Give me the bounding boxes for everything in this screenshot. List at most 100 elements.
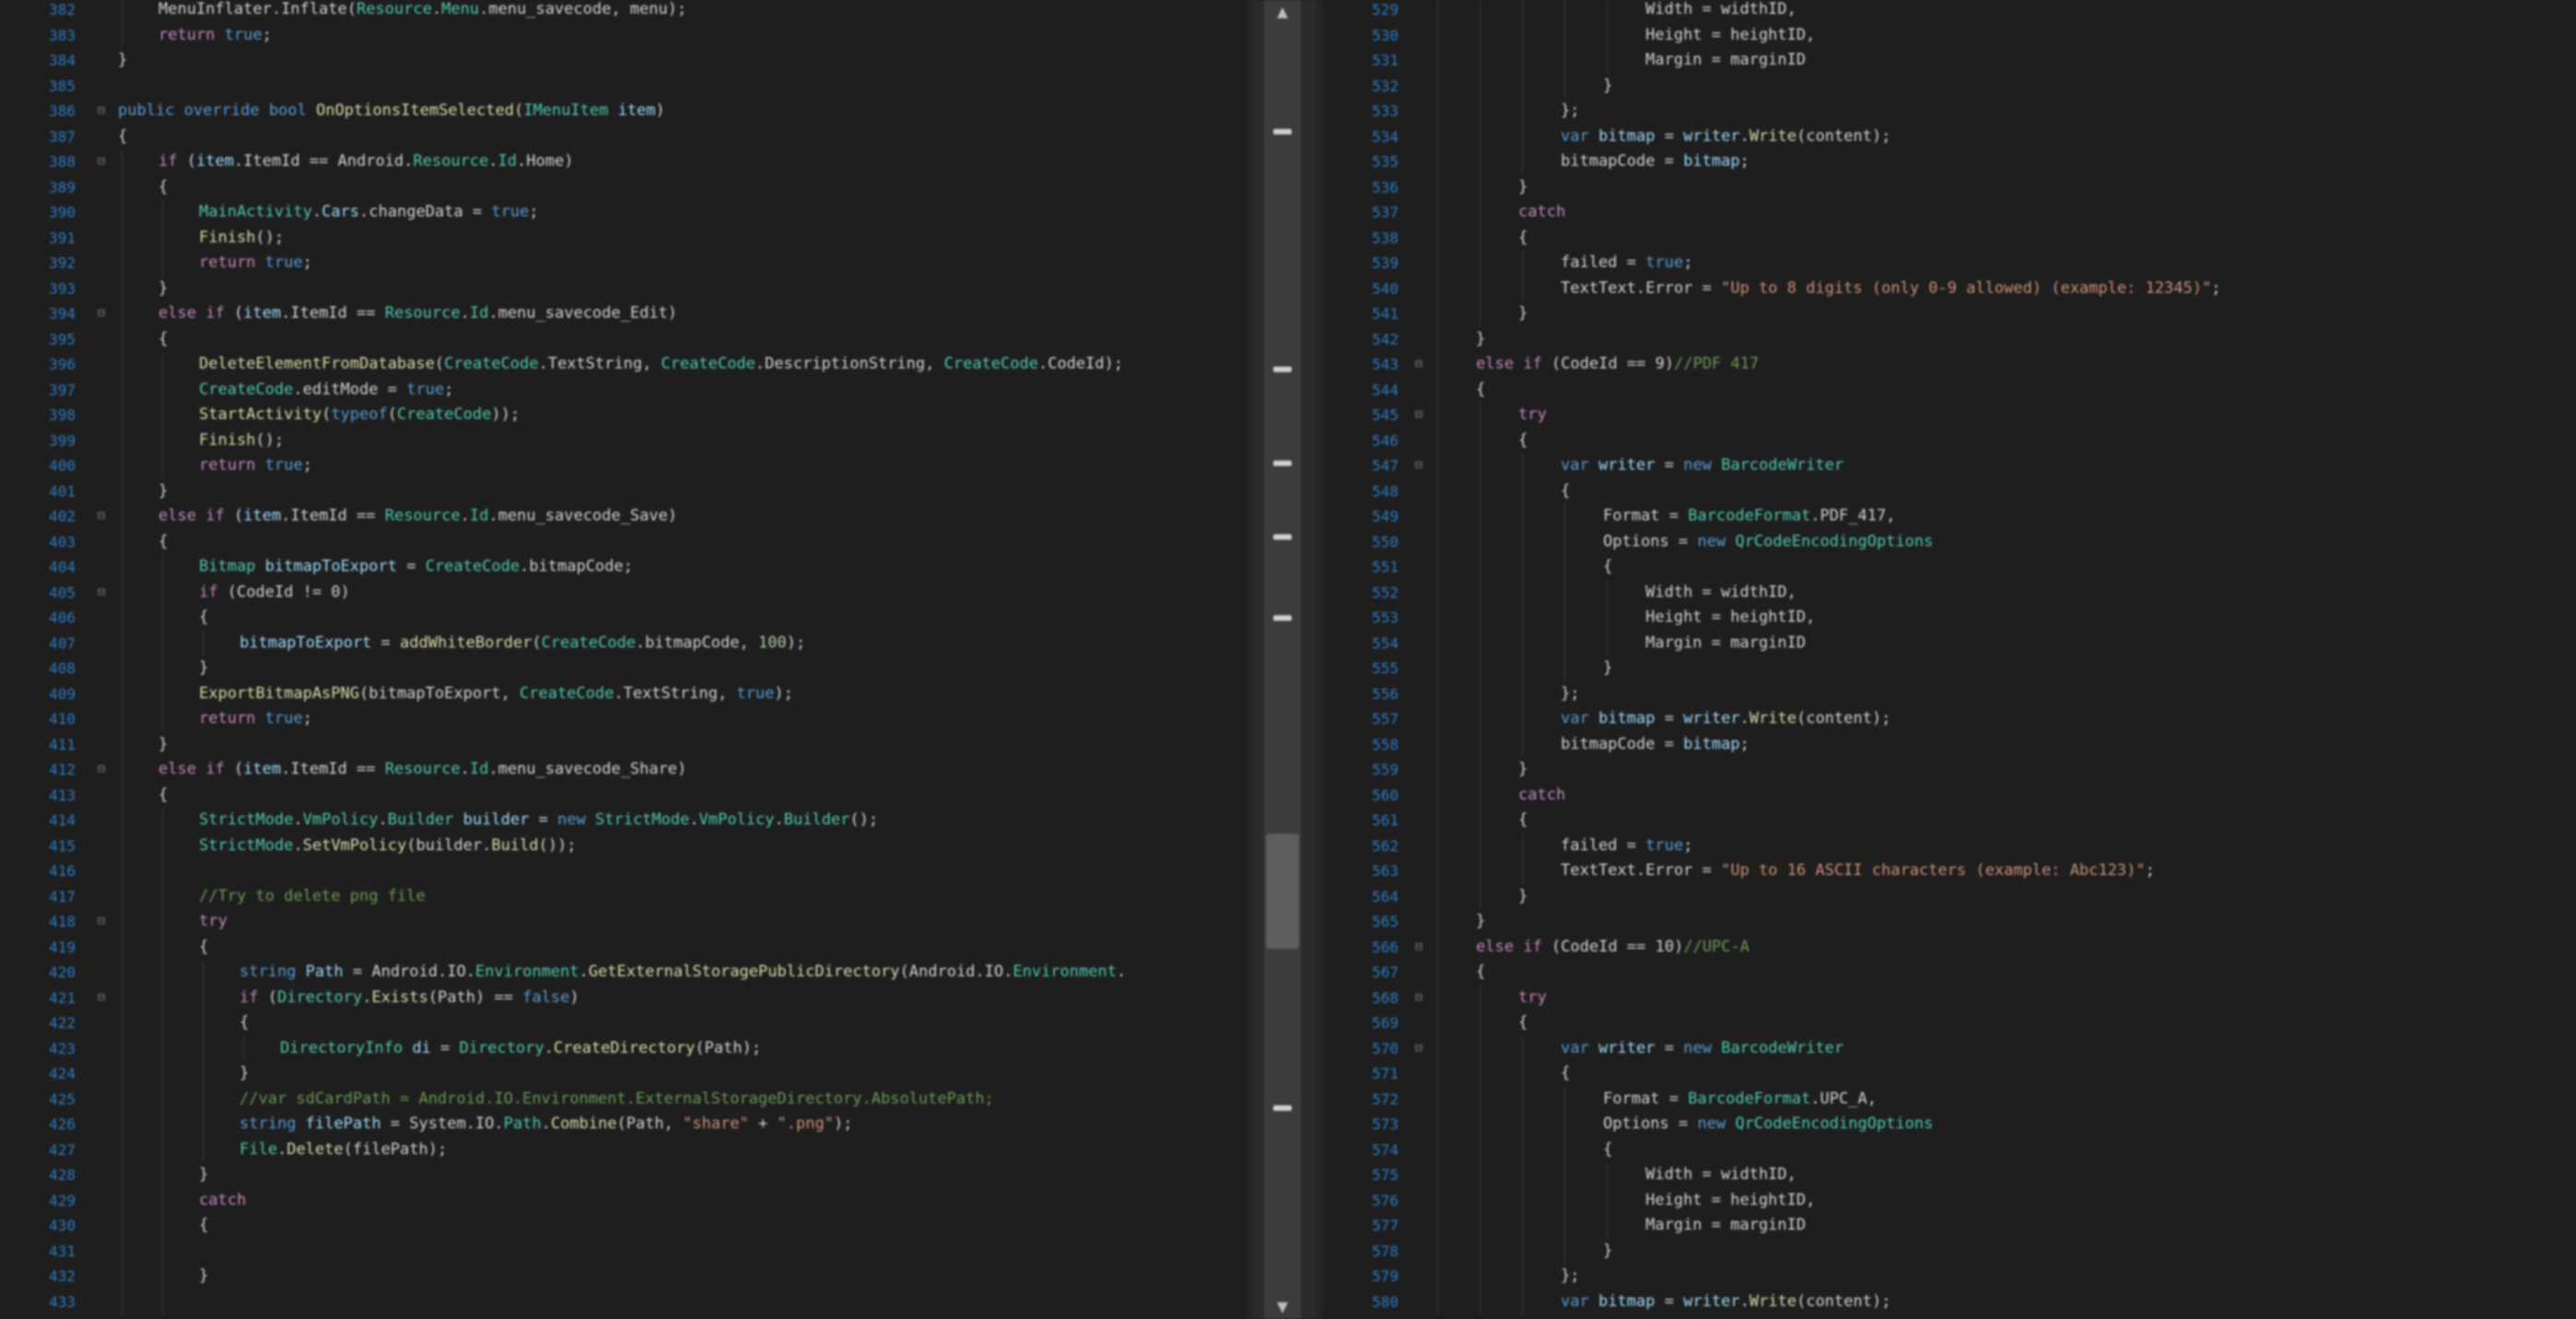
code-line[interactable]: 565} bbox=[1323, 909, 2576, 935]
code-line[interactable]: 568 ⊟ try bbox=[1323, 985, 2576, 1010]
code-line[interactable]: 397 CreateCode.editMode = true; bbox=[0, 377, 1246, 403]
code-line[interactable]: 401} bbox=[0, 478, 1246, 504]
scroll-down-arrow-icon[interactable]: ▼ bbox=[1273, 1297, 1292, 1315]
code-line[interactable]: 403 { bbox=[0, 529, 1246, 554]
code-line[interactable]: 562 failed = true; bbox=[1323, 833, 2576, 858]
code-line[interactable]: 391 Finish(); bbox=[0, 225, 1246, 251]
scrollbar-thumb[interactable] bbox=[1266, 834, 1299, 949]
vertical-scrollbar[interactable]: ▲ ▼ bbox=[1246, 0, 1323, 1319]
code-line[interactable]: 433 bbox=[0, 1289, 1246, 1314]
fold-icon[interactable]: ⊟ bbox=[94, 504, 109, 530]
code-line[interactable]: 566 ⊟ else if (CodeId == 10)//UPC-A bbox=[1323, 934, 2576, 960]
code-line[interactable]: 410 return true; bbox=[0, 706, 1246, 732]
code-line[interactable]: 421 ⊟ if (Directory.Exists(Path) == false) bbox=[0, 985, 1246, 1010]
code-line[interactable]: 545 ⊟ try bbox=[1323, 403, 2576, 428]
code-line[interactable]: 422 { bbox=[0, 1010, 1246, 1036]
fold-icon[interactable]: ⊟ bbox=[1411, 1036, 1426, 1062]
code-line[interactable]: 423 DirectoryInfo di = Directory.CreateDi… bbox=[0, 1035, 1246, 1061]
code-line[interactable]: 540 TextText.Error = "Up to 8 digits (onl… bbox=[1323, 275, 2576, 301]
code-line[interactable]: 576 Height = heightID, bbox=[1323, 1187, 2576, 1213]
code-line[interactable]: 411} bbox=[0, 731, 1246, 757]
code-line[interactable]: 541} bbox=[1323, 301, 2576, 327]
code-line[interactable]: 404 Bitmap bitmapToExport = CreateCode.bi… bbox=[0, 554, 1246, 580]
code-line[interactable]: 557 var bitmap = writer.Write(content); bbox=[1323, 706, 2576, 732]
code-line[interactable]: 428} bbox=[0, 1162, 1246, 1188]
code-line[interactable]: 549 Format = BarcodeFormat.PDF_417, bbox=[1323, 504, 2576, 530]
code-line[interactable]: 414 StrictMode.VmPolicy.Builder builder =… bbox=[0, 808, 1246, 834]
code-line[interactable]: 535 bitmapCode = bitmap; bbox=[1323, 149, 2576, 175]
code-line[interactable]: 424} bbox=[0, 1061, 1246, 1087]
code-line[interactable]: 551 { bbox=[1323, 554, 2576, 580]
code-line[interactable]: 412 ⊟ else if (item.ItemId == Resource.Id.… bbox=[0, 757, 1246, 783]
code-line[interactable]: 580 var bitmap = writer.Write(content); bbox=[1323, 1289, 2576, 1314]
code-line[interactable]: 399 Finish(); bbox=[0, 427, 1246, 453]
code-line[interactable]: 384} bbox=[0, 48, 1246, 74]
code-line[interactable]: 532} bbox=[1323, 73, 2576, 99]
code-line[interactable]: 533}; bbox=[1323, 99, 2576, 124]
fold-icon[interactable]: ⊟ bbox=[94, 99, 109, 124]
code-line[interactable]: 561 { bbox=[1323, 808, 2576, 834]
code-line[interactable]: 560 catch bbox=[1323, 782, 2576, 808]
code-line[interactable]: 554 Margin = marginID bbox=[1323, 630, 2576, 656]
code-line[interactable]: 572 Format = BarcodeFormat.UPC_A, bbox=[1323, 1086, 2576, 1112]
left-editor-pane[interactable]: 382 MenuInflater.Inflate(Resource.Menu.me… bbox=[0, 0, 1246, 1319]
code-line[interactable]: 575 Width = widthID, bbox=[1323, 1162, 2576, 1188]
code-line[interactable]: 563 TextText.Error = "Up to 16 ASCII char… bbox=[1323, 858, 2576, 884]
code-line[interactable]: 415 StrictMode.SetVmPolicy(builder.Build(… bbox=[0, 833, 1246, 858]
code-line[interactable]: 430 { bbox=[0, 1213, 1246, 1239]
code-line[interactable]: 539 failed = true; bbox=[1323, 251, 2576, 276]
code-line[interactable]: 550 Options = new QrCodeEncodingOptions bbox=[1323, 529, 2576, 554]
code-line[interactable]: 419 { bbox=[0, 934, 1246, 960]
code-line[interactable]: 393} bbox=[0, 275, 1246, 301]
code-line[interactable]: 425 //var sdCardPath = Android.IO.Environ… bbox=[0, 1086, 1246, 1112]
scroll-up-arrow-icon[interactable]: ▲ bbox=[1273, 2, 1292, 20]
code-line[interactable]: 536} bbox=[1323, 174, 2576, 200]
code-line[interactable]: 407 bitmapToExport = addWhiteBorder(Creat… bbox=[0, 630, 1246, 656]
code-line[interactable]: 402 ⊟ else if (item.ItemId == Resource.Id.… bbox=[0, 504, 1246, 530]
code-line[interactable]: 432} bbox=[0, 1264, 1246, 1290]
code-line[interactable]: 543 ⊟ else if (CodeId == 9)//PDF 417 bbox=[1323, 352, 2576, 378]
code-line[interactable]: 552 Width = widthID, bbox=[1323, 579, 2576, 605]
code-line[interactable]: 416 bbox=[0, 858, 1246, 884]
right-editor-pane[interactable]: 529 Width = widthID, 530 Height = heightID,… bbox=[1323, 0, 2576, 1319]
code-line[interactable]: 431 bbox=[0, 1238, 1246, 1264]
fold-icon[interactable]: ⊟ bbox=[1411, 453, 1426, 479]
code-line[interactable]: 570 ⊟ var writer = new BarcodeWriter bbox=[1323, 1035, 2576, 1062]
code-line[interactable]: 396 DeleteElementFromDatabase(CreateCode.… bbox=[0, 352, 1246, 378]
code-line[interactable]: 534 var bitmap = writer.Write(content); bbox=[1323, 123, 2576, 149]
code-line[interactable]: 537 catch bbox=[1323, 200, 2576, 226]
code-line[interactable]: 567 { bbox=[1323, 960, 2576, 986]
code-line[interactable]: 417 //Try to delete png file bbox=[0, 883, 1246, 909]
code-line[interactable]: 531 Margin = marginID bbox=[1323, 48, 2576, 74]
fold-icon[interactable]: ⊟ bbox=[94, 301, 109, 327]
fold-icon[interactable]: ⊟ bbox=[1411, 403, 1426, 428]
code-line[interactable]: 577 Margin = marginID bbox=[1323, 1213, 2576, 1239]
code-line[interactable]: 574 { bbox=[1323, 1137, 2576, 1162]
code-line[interactable]: 383 return true; bbox=[0, 22, 1246, 48]
code-line[interactable]: 558 bitmapCode = bitmap; bbox=[1323, 731, 2576, 757]
code-line[interactable]: 387 { bbox=[0, 124, 1246, 150]
code-line[interactable]: 394 ⊟ else if (item.ItemId == Resource.Id.… bbox=[0, 301, 1246, 327]
code-line[interactable]: 385 bbox=[0, 74, 1246, 99]
code-line[interactable]: 573 Options = new QrCodeEncodingOptions bbox=[1323, 1112, 2576, 1138]
code-line[interactable]: 382 MenuInflater.Inflate(Resource.Menu.me… bbox=[0, 0, 1246, 23]
code-line[interactable]: 426 string filePath = System.IO.Path.Comb… bbox=[0, 1112, 1246, 1138]
code-line[interactable]: 538 { bbox=[1323, 225, 2576, 251]
code-line[interactable]: 559} bbox=[1323, 757, 2576, 783]
code-line[interactable]: 569 { bbox=[1323, 1010, 2576, 1036]
code-line[interactable]: 546 { bbox=[1323, 427, 2576, 453]
code-line[interactable]: 418 ⊟ try bbox=[0, 909, 1246, 935]
code-line[interactable]: 406 { bbox=[0, 605, 1246, 631]
code-line[interactable]: 555} bbox=[1323, 656, 2576, 682]
code-line[interactable]: 544 { bbox=[1323, 377, 2576, 403]
code-line[interactable]: 400 return true; bbox=[0, 453, 1246, 479]
fold-icon[interactable]: ⊟ bbox=[1411, 352, 1426, 378]
code-line[interactable]: 529 Width = widthID, bbox=[1323, 0, 2576, 23]
code-line[interactable]: 408} bbox=[0, 656, 1246, 682]
code-line[interactable]: 398 StartActivity(typeof(CreateCode)); bbox=[0, 403, 1246, 428]
code-line[interactable]: 530 Height = heightID, bbox=[1323, 22, 2576, 48]
code-line[interactable]: 413 { bbox=[0, 782, 1246, 808]
fold-icon[interactable]: ⊟ bbox=[94, 580, 109, 606]
code-line[interactable]: 578} bbox=[1323, 1238, 2576, 1264]
code-line[interactable]: 388 ⊟ if (item.ItemId == Android.Resource.… bbox=[0, 149, 1246, 175]
